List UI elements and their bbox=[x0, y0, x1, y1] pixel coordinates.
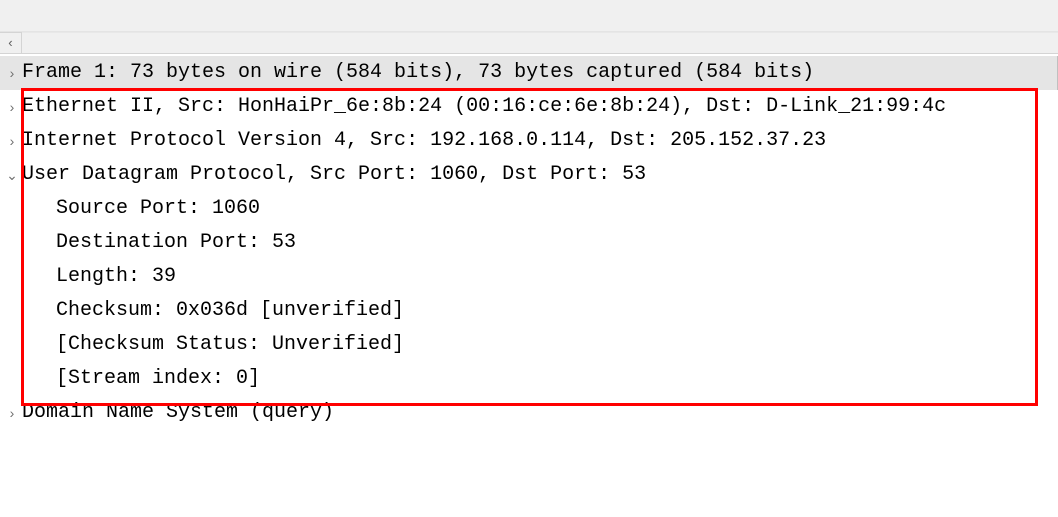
tree-label-frame: Frame 1: 73 bytes on wire (584 bits), 73… bbox=[22, 56, 1057, 90]
tree-label-udp-stream-index: [Stream index: 0] bbox=[22, 362, 1058, 396]
chevron-left-icon: ‹ bbox=[7, 36, 15, 51]
tree-row-ip[interactable]: › Internet Protocol Version 4, Src: 192.… bbox=[0, 124, 1058, 158]
expand-icon[interactable]: › bbox=[2, 56, 22, 90]
tree-label-udp-dstport: Destination Port: 53 bbox=[22, 226, 1058, 260]
scroll-left-button[interactable]: ‹ bbox=[0, 32, 22, 54]
collapse-icon[interactable]: ⌄ bbox=[2, 158, 22, 192]
tree-row-udp-srcport[interactable]: Source Port: 1060 bbox=[0, 192, 1058, 226]
tree-label-ip: Internet Protocol Version 4, Src: 192.16… bbox=[22, 124, 1058, 158]
tree-label-udp: User Datagram Protocol, Src Port: 1060, … bbox=[22, 158, 1058, 192]
expand-icon[interactable]: › bbox=[2, 90, 22, 124]
tree-label-udp-checksum: Checksum: 0x036d [unverified] bbox=[22, 294, 1058, 328]
tree-label-ethernet: Ethernet II, Src: HonHaiPr_6e:8b:24 (00:… bbox=[22, 90, 1058, 124]
tree-label-udp-srcport: Source Port: 1060 bbox=[22, 192, 1058, 226]
tree-row-frame[interactable]: › Frame 1: 73 bytes on wire (584 bits), … bbox=[0, 56, 1058, 90]
tree-row-udp[interactable]: ⌄ User Datagram Protocol, Src Port: 1060… bbox=[0, 158, 1058, 192]
horizontal-scrollbar[interactable] bbox=[22, 32, 1058, 54]
packet-details-tree: › Frame 1: 73 bytes on wire (584 bits), … bbox=[0, 56, 1058, 430]
tree-label-dns: Domain Name System (query) bbox=[22, 396, 1058, 430]
tree-row-ethernet[interactable]: › Ethernet II, Src: HonHaiPr_6e:8b:24 (0… bbox=[0, 90, 1058, 124]
tree-row-dns[interactable]: › Domain Name System (query) bbox=[0, 396, 1058, 430]
tree-row-udp-length[interactable]: Length: 39 bbox=[0, 260, 1058, 294]
tree-row-udp-stream-index[interactable]: [Stream index: 0] bbox=[0, 362, 1058, 396]
tree-label-udp-checksum-status: [Checksum Status: Unverified] bbox=[22, 328, 1058, 362]
tree-row-udp-checksum-status[interactable]: [Checksum Status: Unverified] bbox=[0, 328, 1058, 362]
tree-label-udp-length: Length: 39 bbox=[22, 260, 1058, 294]
tree-row-udp-dstport[interactable]: Destination Port: 53 bbox=[0, 226, 1058, 260]
expand-icon[interactable]: › bbox=[2, 124, 22, 158]
expand-icon[interactable]: › bbox=[2, 396, 22, 430]
top-gray-strip bbox=[0, 0, 1058, 32]
tree-row-udp-checksum[interactable]: Checksum: 0x036d [unverified] bbox=[0, 294, 1058, 328]
